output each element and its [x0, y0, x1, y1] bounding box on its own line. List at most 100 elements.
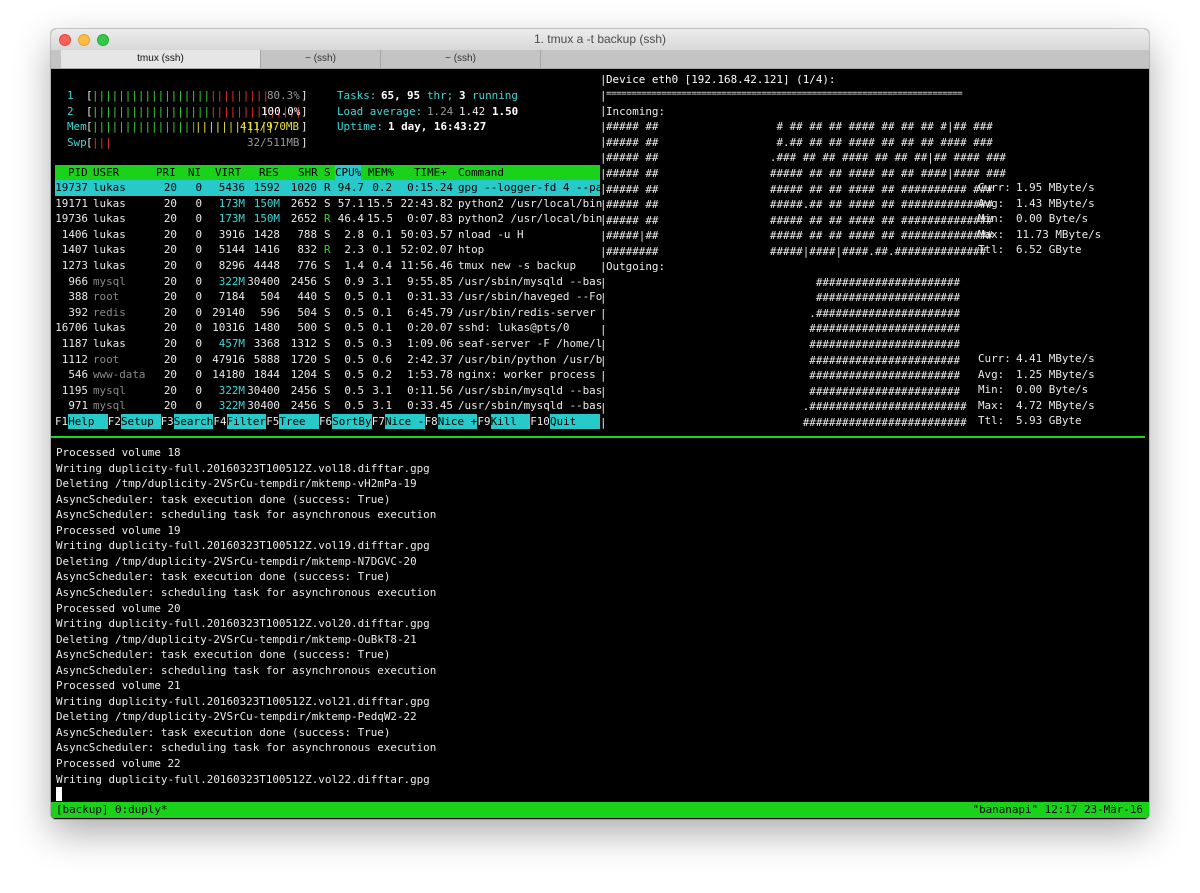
process-cmd: /usr/sbin/haveged --Fo — [458, 290, 603, 304]
stat-value: 11.73 MByte/s — [1016, 227, 1102, 241]
process-user: lukas — [93, 212, 126, 226]
process-pri: 20 — [163, 383, 177, 397]
tab-home-ssh-2[interactable]: ~ (ssh) — [381, 50, 541, 68]
cpu1-bar-red: ||||||||| — [210, 89, 270, 102]
log-line: Deleting /tmp/duplicity-2VSrCu-tempdir/m… — [56, 477, 417, 491]
process-pid: 1406 — [61, 227, 88, 241]
cpu1-bar-green: |||||||||||||||||| — [92, 89, 211, 102]
fkey-setup-button[interactable]: Setup — [121, 414, 161, 429]
stat-value: 5.93 GByte — [1016, 414, 1082, 428]
log-line: Writing duplicity-full.20160323T100512Z.… — [56, 772, 430, 786]
log-line: Processed volume 21 — [56, 679, 181, 693]
process-pid: 19171 — [55, 196, 88, 210]
process-res: 4448 — [253, 259, 280, 272]
stat-value: 1.25 MByte/s — [1016, 367, 1095, 381]
fkey-f6: F6 — [319, 415, 333, 428]
stat-label: Ttl: — [978, 414, 1005, 428]
cpu1-percent: 80.3% — [267, 89, 300, 102]
process-s: S — [324, 196, 331, 210]
process-res: 150M — [253, 212, 280, 226]
col-res[interactable]: RES — [259, 165, 279, 180]
process-shr: 1204 — [290, 368, 317, 382]
process-cmd: python2 /usr/local/bin — [458, 212, 603, 226]
mem-label: Mem — [67, 120, 87, 134]
graph-line: ####################### — [606, 384, 961, 398]
process-s: S — [324, 290, 331, 304]
col-ni[interactable]: NI — [188, 165, 201, 180]
process-virt: 5436 — [218, 181, 245, 194]
fkey-f1: F1 — [55, 415, 69, 428]
process-shr: 1312 — [290, 337, 317, 350]
process-cpu: 0.5 — [344, 337, 364, 350]
fkey-sortby-button[interactable]: SortBy — [332, 414, 372, 429]
graph-line: ####################### — [606, 322, 961, 336]
tab-home-ssh-1[interactable]: ~ (ssh) — [261, 50, 381, 68]
fkey-f10: F10 — [530, 415, 550, 428]
col-time[interactable]: TIME+ — [414, 165, 447, 180]
process-cpu: 1.4 — [344, 259, 364, 272]
fkey-search-button[interactable]: Search — [173, 414, 214, 429]
tmux-status-bar: [backup] 0:duply* "bananapi" 12:17 23-Mä… — [51, 802, 1149, 818]
process-cmd: nload -u H — [458, 227, 524, 241]
process-cmd: /usr/bin/redis-server — [458, 305, 596, 319]
pane-separator — [51, 436, 1145, 438]
process-pid: 1112 — [61, 352, 88, 366]
process-user: root — [93, 352, 120, 366]
fkey-filter-button[interactable]: Filter — [226, 414, 267, 429]
graph-line: ##### ## ##### ## ## #### ## ########## … — [606, 182, 993, 196]
process-cpu: 0.5 — [344, 352, 364, 366]
process-mem: 3.1 — [372, 399, 392, 413]
stat-value: 1.43 MByte/s — [1016, 196, 1095, 210]
title-bar[interactable]: 1. tmux a -t backup (ssh) — [51, 29, 1149, 50]
fkey-help-button[interactable]: Help — [68, 414, 108, 429]
stat-label: Curr: — [978, 181, 1011, 194]
cpu2-label: 2 — [67, 104, 74, 118]
stat-label: Max: — [978, 227, 1005, 241]
process-ni: 0 — [195, 399, 202, 413]
fkey-quit-button[interactable]: Quit — [550, 414, 600, 429]
fkey-nice-button[interactable]: Nice - — [385, 414, 425, 429]
graph-line: ##### ## .### ## ## #### ## ## ##|## ###… — [606, 151, 1006, 165]
process-mem: 0.4 — [372, 259, 392, 272]
process-table-header[interactable]: PID USER PRI NI VIRT RES SHR S CPU% MEM%… — [55, 165, 600, 180]
process-user: lukas — [93, 321, 126, 335]
process-time: 11:56.46 — [400, 259, 453, 272]
stat-label: Max: — [978, 398, 1005, 412]
process-ni: 0 — [195, 352, 202, 366]
process-s: R — [324, 181, 331, 194]
process-user: lukas — [93, 243, 126, 257]
process-cpu: 46.4 — [337, 212, 364, 226]
process-shr: 2456 — [290, 399, 317, 413]
col-virt[interactable]: VIRT — [215, 165, 241, 180]
process-cmd: /usr/sbin/mysqld --bas — [458, 383, 603, 397]
fkey-kill-button[interactable]: Kill — [490, 414, 531, 429]
process-user: www-data — [93, 368, 146, 382]
graph-line: .######################## — [606, 400, 967, 414]
col-mem[interactable]: MEM% — [368, 165, 394, 180]
col-user[interactable]: USER — [93, 165, 119, 180]
process-cpu: 0.9 — [344, 274, 364, 288]
process-virt: 457M — [218, 337, 245, 350]
process-user: root — [93, 290, 120, 304]
process-mem: 3.1 — [372, 383, 392, 397]
fkey-tree-button[interactable]: Tree — [279, 414, 319, 429]
process-shr: 788 — [297, 227, 317, 241]
terminal-cursor — [56, 787, 62, 801]
tab-tmux-ssh[interactable]: tmux (ssh) — [61, 50, 261, 68]
terminal-content[interactable]: 1 [ |||||||||||||||||| ||||||||| 80.3% ]… — [51, 69, 1149, 819]
process-time: 0:33.45 — [407, 399, 453, 413]
process-pid: 19737 — [55, 181, 88, 194]
process-shr: 500 — [297, 321, 317, 335]
col-pri[interactable]: PRI — [156, 165, 176, 180]
process-pid: 1195 — [61, 383, 88, 397]
col-pid[interactable]: PID — [68, 165, 88, 180]
process-pri: 20 — [163, 196, 177, 210]
col-command[interactable]: Command — [458, 165, 504, 180]
tmux-window-list[interactable]: [backup] 0:duply* — [56, 802, 167, 818]
col-shr[interactable]: SHR — [298, 165, 318, 180]
process-cpu: 57.1 — [337, 196, 364, 210]
col-state[interactable]: S — [324, 165, 331, 180]
process-virt: 3916 — [218, 227, 245, 241]
col-cpu[interactable]: CPU% — [335, 165, 362, 180]
fkey-nice-button[interactable]: Nice + — [437, 414, 478, 429]
